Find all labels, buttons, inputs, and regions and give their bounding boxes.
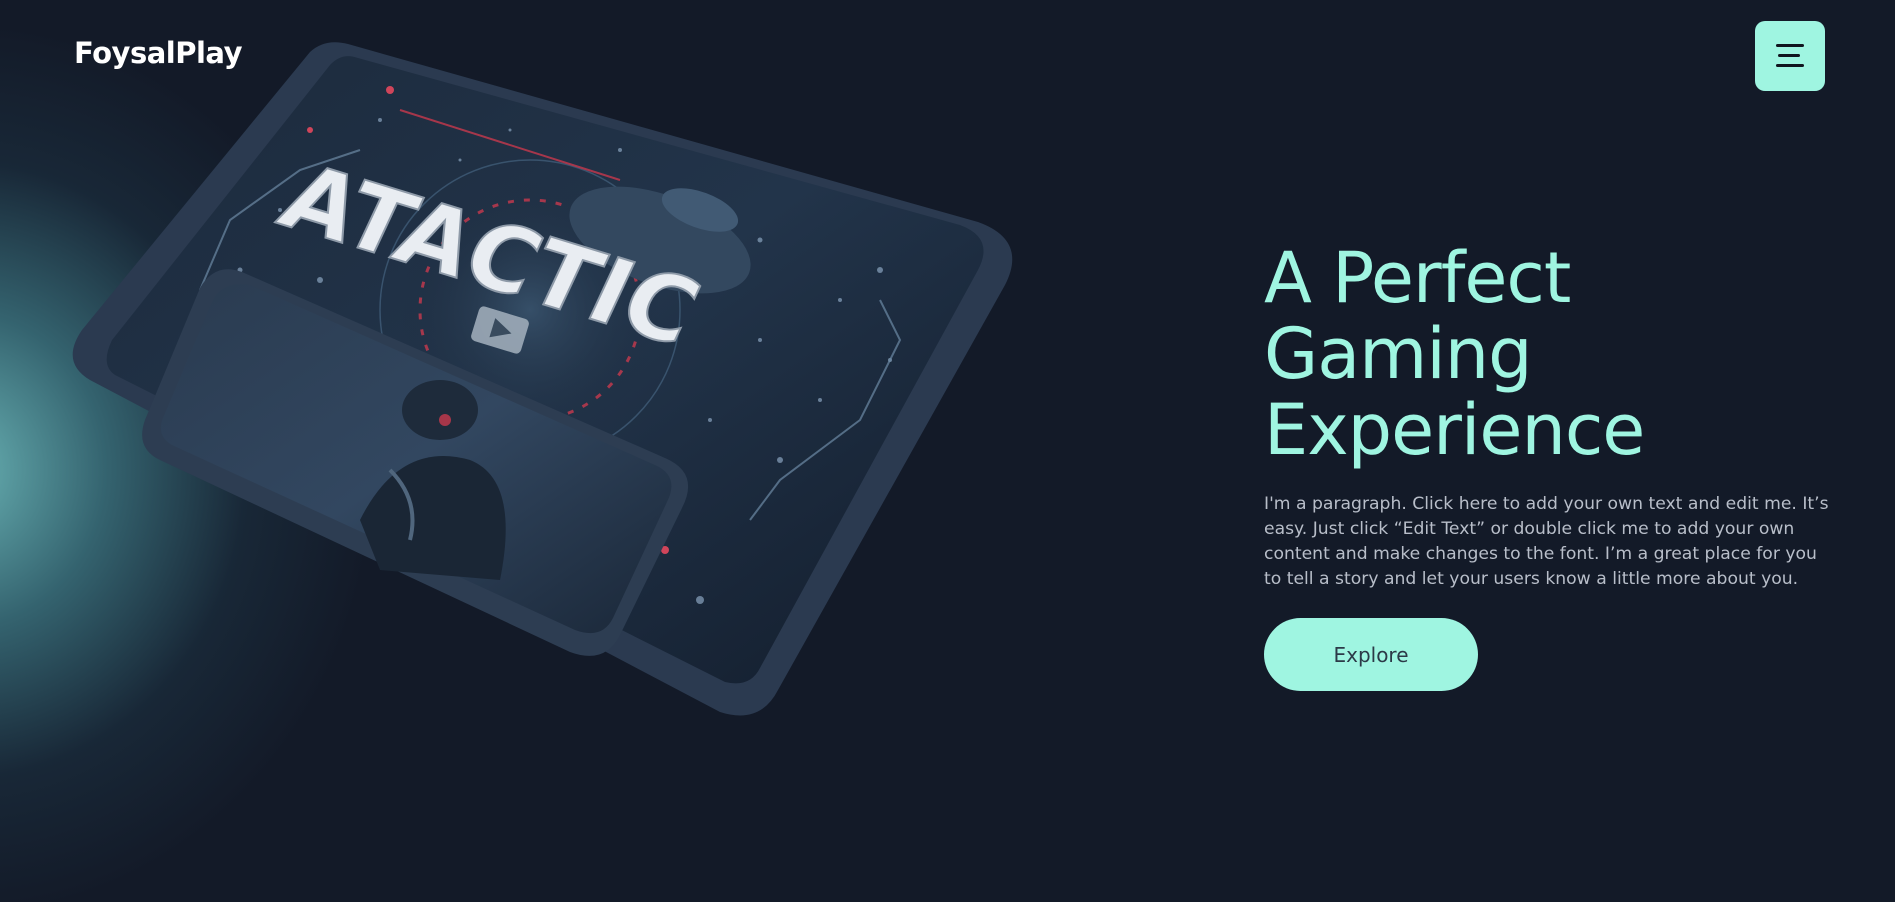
headline-line-2: Gaming: [1264, 313, 1533, 395]
explore-button[interactable]: Explore: [1264, 618, 1478, 691]
menu-button[interactable]: [1755, 21, 1825, 91]
headline-line-1: A Perfect: [1264, 237, 1571, 319]
hamburger-menu-icon: [1776, 44, 1804, 67]
headline-line-3: Experience: [1264, 389, 1645, 471]
landing-page: FoysalPlay ATACTIC A Perfect Gaming Expe…: [0, 0, 1895, 902]
hero-headline: A Perfect Gaming Experience: [1264, 240, 1844, 468]
device-mockup-image: ATACTIC: [72, 42, 1013, 716]
hero-paragraph: I'm a paragraph. Click here to add your …: [1264, 494, 1829, 589]
hero-section: A Perfect Gaming Experience I'm a paragr…: [1264, 240, 1844, 691]
